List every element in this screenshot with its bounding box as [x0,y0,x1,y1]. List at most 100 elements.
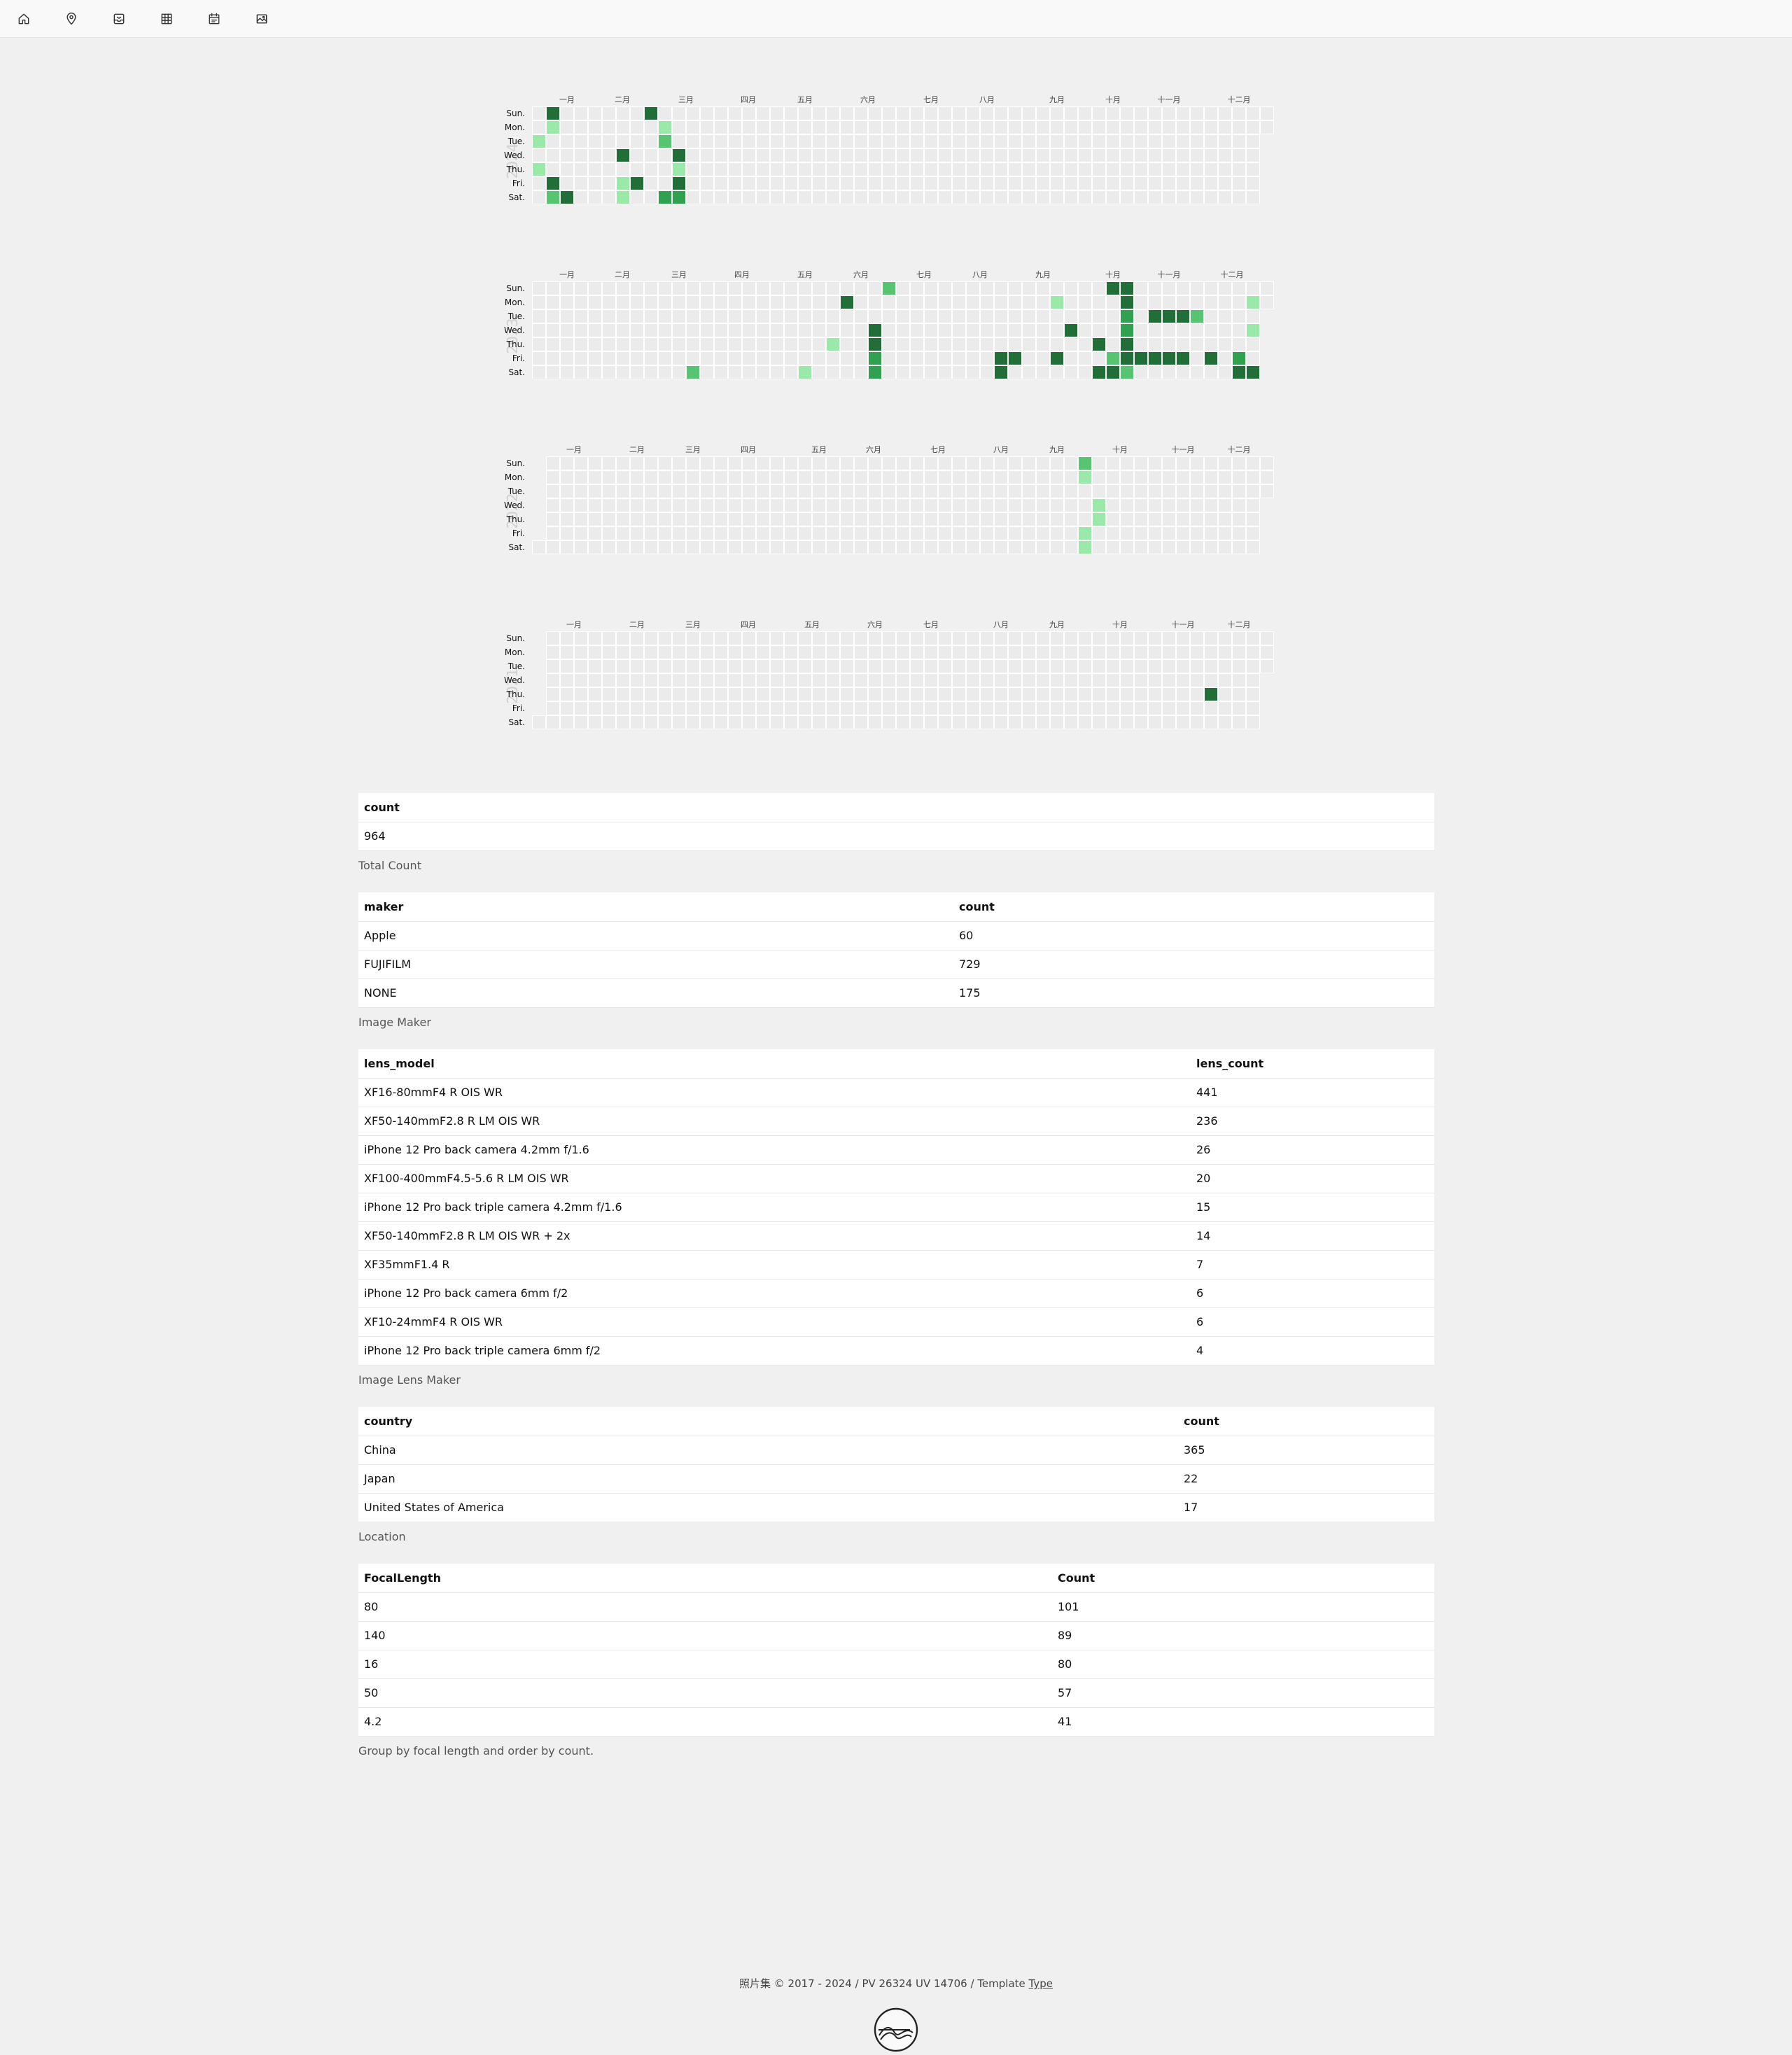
heatmap-day-cell[interactable] [868,148,882,162]
heatmap-day-cell[interactable] [1008,365,1022,379]
heatmap-day-cell[interactable] [994,323,1008,337]
heatmap-day-cell[interactable] [672,484,686,498]
heatmap-day-cell[interactable] [686,540,700,554]
heatmap-day-cell[interactable] [840,673,854,687]
heatmap-day-cell[interactable] [672,470,686,484]
heatmap-day-cell[interactable] [812,512,826,526]
heatmap-day-cell[interactable] [784,309,798,323]
heatmap-day-cell[interactable] [1246,148,1260,162]
heatmap-day-cell[interactable] [1120,484,1134,498]
heatmap-day-cell[interactable] [1204,512,1218,526]
heatmap-day-cell[interactable] [896,309,910,323]
heatmap-day-cell[interactable] [966,673,980,687]
heatmap-day-cell[interactable] [1008,484,1022,498]
heatmap-day-cell[interactable] [868,323,882,337]
heatmap-day-cell[interactable] [966,659,980,673]
heatmap-day-cell[interactable] [1106,659,1120,673]
heatmap-day-cell[interactable] [630,162,644,176]
heatmap-day-cell[interactable] [854,512,868,526]
heatmap-day-cell[interactable] [980,281,994,295]
heatmap-day-cell[interactable] [868,134,882,148]
heatmap-day-cell[interactable] [686,659,700,673]
heatmap-day-cell[interactable] [882,190,896,204]
heatmap-day-cell[interactable] [602,645,616,659]
heatmap-day-cell[interactable] [1064,120,1078,134]
heatmap-day-cell[interactable] [700,659,714,673]
heatmap-day-cell[interactable] [602,134,616,148]
grid-icon[interactable] [158,10,176,28]
heatmap-day-cell[interactable] [840,659,854,673]
heatmap-day-cell[interactable] [1246,498,1260,512]
heatmap-day-cell[interactable] [1162,456,1176,470]
heatmap-day-cell[interactable] [826,295,840,309]
heatmap-day-cell[interactable] [994,309,1008,323]
heatmap-day-cell[interactable] [938,526,952,540]
heatmap-day-cell[interactable] [714,701,728,715]
heatmap-day-cell[interactable] [700,526,714,540]
heatmap-day-cell[interactable] [784,701,798,715]
heatmap-day-cell[interactable] [1008,701,1022,715]
heatmap-day-cell[interactable] [994,540,1008,554]
heatmap-day-cell[interactable] [994,512,1008,526]
heatmap-day-cell[interactable] [728,106,742,120]
heatmap-day-cell[interactable] [574,498,588,512]
heatmap-day-cell[interactable] [1050,365,1064,379]
heatmap-day-cell[interactable] [1162,190,1176,204]
heatmap-day-cell[interactable] [826,309,840,323]
heatmap-day-cell[interactable] [1008,134,1022,148]
heatmap-day-cell[interactable] [854,295,868,309]
heatmap-day-cell[interactable] [756,365,770,379]
heatmap-day-cell[interactable] [1190,148,1204,162]
heatmap-day-cell[interactable] [1092,645,1106,659]
heatmap-day-cell[interactable] [1162,106,1176,120]
heatmap-day-cell[interactable] [574,687,588,701]
heatmap-day-cell[interactable] [1148,701,1162,715]
heatmap-day-cell[interactable] [1246,351,1260,365]
heatmap-day-cell[interactable] [630,190,644,204]
heatmap-day-cell[interactable] [868,309,882,323]
heatmap-day-cell[interactable] [882,134,896,148]
heatmap-day-cell[interactable] [546,645,560,659]
heatmap-day-cell[interactable] [938,134,952,148]
heatmap-day-cell[interactable] [896,120,910,134]
heatmap-day-cell[interactable] [700,470,714,484]
heatmap-day-cell[interactable] [728,295,742,309]
heatmap-day-cell[interactable] [532,295,546,309]
heatmap-day-cell[interactable] [1190,512,1204,526]
heatmap-day-cell[interactable] [826,190,840,204]
heatmap-day-cell[interactable] [1134,106,1148,120]
heatmap-day-cell[interactable] [1092,701,1106,715]
heatmap-day-cell[interactable] [546,134,560,148]
heatmap-day-cell[interactable] [1106,106,1120,120]
heatmap-day-cell[interactable] [630,470,644,484]
heatmap-day-cell[interactable] [826,323,840,337]
heatmap-day-cell[interactable] [1036,498,1050,512]
heatmap-day-cell[interactable] [1050,106,1064,120]
heatmap-day-cell[interactable] [896,148,910,162]
heatmap-day-cell[interactable] [840,190,854,204]
heatmap-day-cell[interactable] [700,701,714,715]
heatmap-day-cell[interactable] [658,337,672,351]
home-icon[interactable] [15,10,33,28]
heatmap-day-cell[interactable] [784,351,798,365]
heatmap-day-cell[interactable] [784,715,798,729]
heatmap-day-cell[interactable] [560,323,574,337]
heatmap-day-cell[interactable] [812,365,826,379]
heatmap-day-cell[interactable] [868,687,882,701]
heatmap-day-cell[interactable] [882,673,896,687]
heatmap-day-cell[interactable] [686,106,700,120]
heatmap-day-cell[interactable] [574,631,588,645]
heatmap-day-cell[interactable] [714,512,728,526]
heatmap-day-cell[interactable] [588,484,602,498]
heatmap-day-cell[interactable] [882,484,896,498]
heatmap-day-cell[interactable] [1162,351,1176,365]
heatmap-day-cell[interactable] [882,176,896,190]
heatmap-day-cell[interactable] [952,673,966,687]
heatmap-day-cell[interactable] [672,701,686,715]
heatmap-day-cell[interactable] [1050,148,1064,162]
heatmap-day-cell[interactable] [1134,309,1148,323]
heatmap-day-cell[interactable] [1148,120,1162,134]
heatmap-day-cell[interactable] [1050,337,1064,351]
heatmap-day-cell[interactable] [728,337,742,351]
heatmap-day-cell[interactable] [658,715,672,729]
